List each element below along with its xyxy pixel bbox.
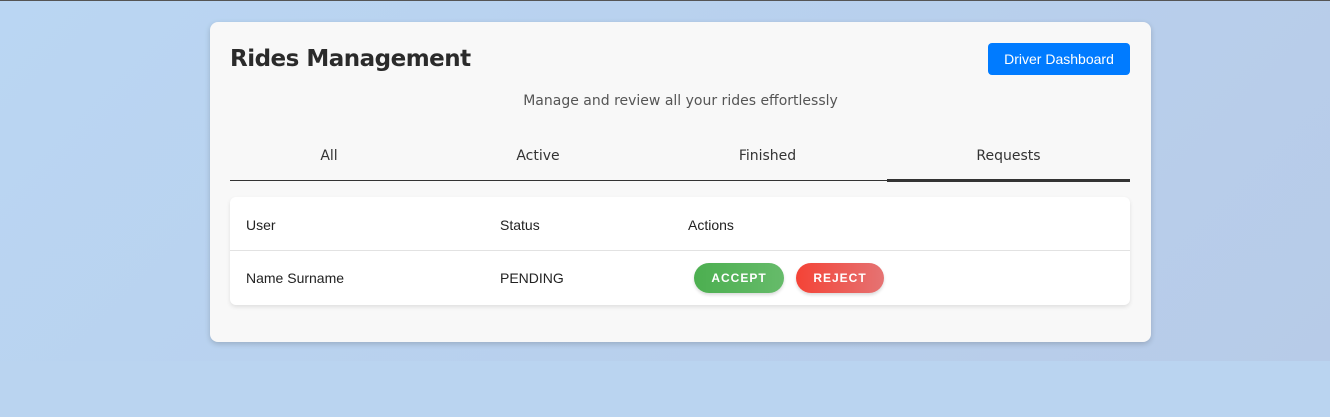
subtitle: Manage and review all your rides effortl… bbox=[523, 93, 838, 109]
column-header-status: Status bbox=[500, 217, 540, 233]
tab-all[interactable]: All bbox=[230, 140, 428, 180]
column-header-actions: Actions bbox=[688, 217, 734, 233]
table-row: Name Surname PENDING ACCEPT REJECT bbox=[230, 252, 1130, 306]
accept-button[interactable]: ACCEPT bbox=[694, 263, 784, 293]
reject-button[interactable]: REJECT bbox=[796, 263, 884, 293]
rides-card: Rides Management Driver Dashboard Manage… bbox=[210, 22, 1151, 342]
requests-table: User Status Actions Name Surname PENDING… bbox=[230, 197, 1130, 305]
status-text: PENDING bbox=[500, 270, 564, 286]
tab-finished[interactable]: Finished bbox=[648, 140, 887, 180]
page-title: Rides Management bbox=[230, 46, 471, 72]
table-header: User Status Actions bbox=[230, 197, 1130, 251]
tab-active[interactable]: Active bbox=[428, 140, 648, 180]
driver-dashboard-button[interactable]: Driver Dashboard bbox=[988, 43, 1130, 75]
user-name: Name Surname bbox=[246, 270, 345, 286]
tab-requests[interactable]: Requests bbox=[887, 140, 1130, 182]
column-header-user: User bbox=[246, 217, 276, 233]
tab-bar: All Active Finished Requests bbox=[230, 140, 1130, 182]
